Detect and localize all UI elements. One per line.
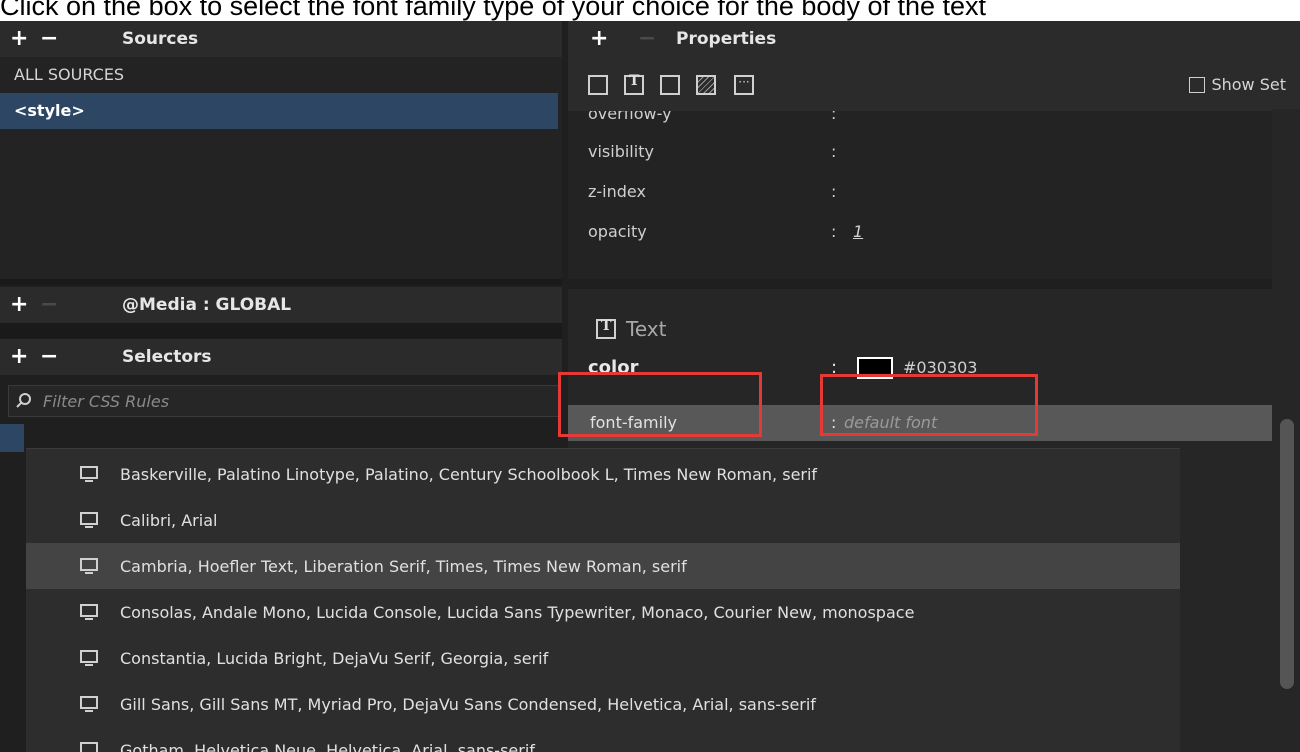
text-section-title: Text xyxy=(596,317,666,341)
monitor-icon xyxy=(80,650,98,666)
remove-selector-icon[interactable]: − xyxy=(40,339,58,375)
font-family-label-highlight xyxy=(558,372,762,437)
font-option[interactable]: Baskerville, Palatino Linotype, Palatino… xyxy=(26,451,1180,497)
font-option[interactable]: Constantia, Lucida Bright, DejaVu Serif,… xyxy=(26,635,1180,681)
sources-title: Sources xyxy=(122,29,199,49)
layout-property-list: overflow-y : visibility : z-index : opac… xyxy=(568,111,1272,279)
property-row[interactable]: z-index : xyxy=(588,177,1268,207)
property-colon: : xyxy=(831,111,837,123)
property-colon: : xyxy=(831,222,837,241)
properties-header: + − Properties xyxy=(568,21,1300,57)
media-title: @Media : GLOBAL xyxy=(122,295,292,315)
property-row[interactable]: visibility : xyxy=(588,137,1268,167)
property-row[interactable]: opacity : 1 xyxy=(588,217,1268,247)
monitor-icon xyxy=(80,558,98,574)
font-option-label: Baskerville, Palatino Linotype, Palatino… xyxy=(120,464,818,484)
media-header: + − @Media : GLOBAL xyxy=(0,287,562,323)
selected-rule-strip[interactable] xyxy=(0,424,24,452)
sources-header: + − Sources xyxy=(0,21,562,57)
monitor-icon xyxy=(80,742,98,752)
filter-css-rules-input[interactable]: Filter CSS Rules xyxy=(8,385,560,417)
property-colon: : xyxy=(831,142,837,161)
source-item-all[interactable]: ALL SOURCES xyxy=(0,57,558,93)
font-family-dropdown: Baskerville, Palatino Linotype, Palatino… xyxy=(26,448,1180,752)
remove-source-icon[interactable]: − xyxy=(40,21,58,57)
checkbox-icon[interactable] xyxy=(1189,76,1206,93)
show-set-checkbox[interactable]: Show Set xyxy=(1189,75,1286,94)
monitor-icon xyxy=(80,466,98,482)
font-option-label: Gill Sans, Gill Sans MT, Myriad Pro, Dej… xyxy=(120,694,816,714)
section-separator xyxy=(568,279,1272,289)
monitor-icon xyxy=(80,696,98,712)
more-icon[interactable]: ··· xyxy=(734,75,754,95)
font-option[interactable]: Gill Sans, Gill Sans MT, Myriad Pro, Dej… xyxy=(26,681,1180,727)
selectors-title: Selectors xyxy=(122,347,212,367)
background-icon[interactable] xyxy=(696,75,716,95)
property-name: visibility xyxy=(588,142,654,161)
property-colon: : xyxy=(831,182,837,201)
font-option[interactable]: Consolas, Andale Mono, Lucida Console, L… xyxy=(26,589,1180,635)
source-item-style[interactable]: <style> xyxy=(0,93,558,129)
property-value[interactable]: 1 xyxy=(853,217,863,247)
border-icon[interactable] xyxy=(660,75,680,95)
font-option-label: Gotham, Helvetica Neue, Helvetica, Arial… xyxy=(120,740,535,752)
text-icon[interactable]: T xyxy=(624,73,644,95)
text-section-label: Text xyxy=(626,317,667,341)
instruction-caption: Click on the box to select the font fami… xyxy=(0,0,987,21)
monitor-icon xyxy=(80,604,98,620)
font-option[interactable]: Calibri, Arial xyxy=(26,497,1180,543)
show-set-label: Show Set xyxy=(1211,75,1286,94)
panel-divider xyxy=(0,323,562,339)
add-source-icon[interactable]: + xyxy=(10,21,28,57)
panel-divider xyxy=(0,279,562,285)
property-name: overflow-y xyxy=(588,111,672,123)
font-option-label: Constantia, Lucida Bright, DejaVu Serif,… xyxy=(120,648,549,668)
text-icon xyxy=(596,318,616,339)
properties-title: Properties xyxy=(676,29,777,49)
font-option[interactable]: Cambria, Hoefler Text, Liberation Serif,… xyxy=(26,543,1180,589)
monitor-icon xyxy=(80,512,98,528)
font-option[interactable]: Gotham, Helvetica Neue, Helvetica, Arial… xyxy=(26,727,1180,752)
remove-media-icon: − xyxy=(40,292,59,317)
property-row[interactable]: overflow-y : xyxy=(588,111,1268,129)
property-category-toolbar: T ··· Show Set xyxy=(568,65,1300,109)
layout-icon[interactable] xyxy=(588,75,608,95)
property-name: opacity xyxy=(588,222,647,241)
sources-list: ALL SOURCES <style> xyxy=(0,57,562,279)
add-selector-icon[interactable]: + xyxy=(10,339,28,375)
search-icon xyxy=(16,393,31,408)
filter-placeholder: Filter CSS Rules xyxy=(43,391,170,411)
font-family-input-highlight xyxy=(820,374,1038,436)
scrollbar-thumb[interactable] xyxy=(1280,419,1294,689)
add-media-icon[interactable]: + xyxy=(10,287,28,323)
add-property-icon[interactable]: + xyxy=(590,21,608,57)
selectors-header: + − Selectors xyxy=(0,339,562,375)
font-option-label: Consolas, Andale Mono, Lucida Console, L… xyxy=(120,602,915,622)
css-designer-app: + − Sources ALL SOURCES <style> + − @Med… xyxy=(0,21,1300,752)
property-name: z-index xyxy=(588,182,646,201)
font-option-label: Cambria, Hoefler Text, Liberation Serif,… xyxy=(120,556,687,576)
font-option-label: Calibri, Arial xyxy=(120,510,218,530)
properties-scrollbar[interactable] xyxy=(1272,109,1300,752)
remove-property-icon: − xyxy=(638,26,657,51)
